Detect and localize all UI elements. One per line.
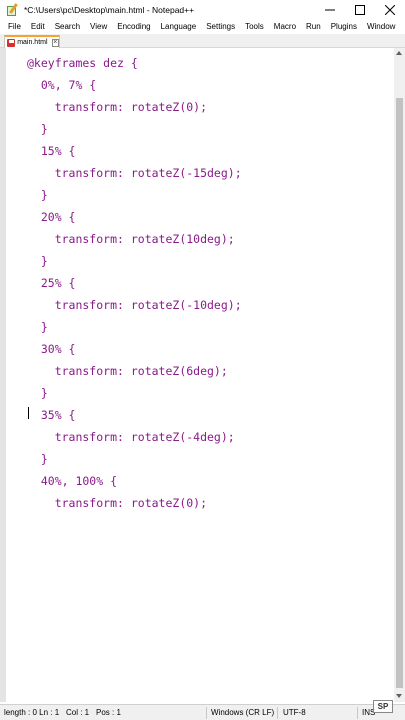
code-line: } (27, 254, 48, 268)
status-divider (277, 707, 278, 719)
menu-view[interactable]: View (85, 20, 112, 34)
code-line: } (27, 320, 48, 334)
maximize-icon (355, 5, 365, 15)
status-divider (206, 707, 207, 719)
menu-run[interactable]: Run (301, 20, 326, 34)
tab-close-icon[interactable]: × (51, 38, 59, 47)
code-editor[interactable]: @keyframes dez { 0%, 7% { transform: rot… (0, 48, 394, 702)
menu-file[interactable]: File (3, 20, 26, 34)
status-bar: length : 0 Ln : 1 Col : 1 Pos : 1 Window… (0, 704, 405, 720)
scroll-up-icon[interactable] (396, 51, 402, 55)
menu-plugins[interactable]: Plugins (326, 20, 362, 34)
menu-edit[interactable]: Edit (26, 20, 50, 34)
unsaved-file-icon (7, 38, 16, 47)
menu-search[interactable]: Search (50, 20, 85, 34)
code-line: 20% { (27, 210, 76, 224)
code-line: transform: rotateZ(-4deg); (27, 430, 235, 444)
menu-window[interactable]: Window (362, 20, 400, 34)
scroll-down-icon[interactable] (396, 694, 402, 698)
title-bar: *C:\Users\pc\Desktop\main.html - Notepad… (0, 0, 405, 20)
code-line: @keyframes dez { (27, 56, 138, 70)
margin-gutter (0, 48, 6, 702)
code-line: transform: rotateZ(0); (27, 100, 208, 114)
close-icon (385, 5, 395, 15)
code-line: 40%, 100% { (27, 474, 118, 488)
code-line: transform: rotateZ(10deg); (27, 232, 235, 246)
notepadpp-app-icon (6, 3, 18, 16)
status-eol: Windows (CR LF) (211, 708, 275, 717)
menu-bar: File Edit Search View Encoding Language … (0, 20, 405, 34)
code-text: @keyframes dez { 0%, 7% { transform: rot… (27, 52, 242, 536)
code-line: } (27, 386, 48, 400)
vertical-scrollbar[interactable] (394, 48, 405, 702)
code-line: 0%, 7% { (27, 78, 97, 92)
status-encoding: UTF-8 (283, 708, 306, 717)
code-line: 30% { (27, 342, 76, 356)
code-line: transform: rotateZ(-10deg); (27, 298, 242, 312)
code-line: } (27, 188, 48, 202)
code-line: 25% { (27, 276, 76, 290)
tab-main-html[interactable]: main.html × (4, 35, 60, 48)
code-line: } (27, 452, 48, 466)
tab-bar: main.html × (0, 34, 405, 48)
minimize-icon (325, 9, 335, 11)
close-button[interactable] (375, 0, 405, 20)
code-line: } (27, 122, 48, 136)
status-length-line: length : 0 Ln : 1 (4, 708, 60, 717)
minimize-button[interactable] (315, 0, 345, 20)
tab-label: main.html (17, 39, 48, 46)
menu-language[interactable]: Language (156, 20, 202, 34)
window-title: *C:\Users\pc\Desktop\main.html - Notepad… (24, 5, 195, 15)
code-line: 35% { (27, 408, 76, 422)
status-position: Pos : 1 (96, 708, 121, 717)
status-column: Col : 1 (66, 708, 90, 717)
menu-settings[interactable]: Settings (201, 20, 240, 34)
menu-macro[interactable]: Macro (269, 20, 301, 34)
scrollbar-thumb[interactable] (396, 98, 403, 688)
menu-encoding[interactable]: Encoding (112, 20, 155, 34)
watermark-logo: SP (373, 700, 393, 713)
code-line: transform: rotateZ(-15deg); (27, 166, 242, 180)
window-controls (315, 0, 405, 20)
menu-tools[interactable]: Tools (240, 20, 269, 34)
status-divider (357, 707, 358, 719)
maximize-button[interactable] (345, 0, 375, 20)
code-line: transform: rotateZ(6deg); (27, 364, 228, 378)
text-caret (28, 407, 29, 419)
code-line: transform: rotateZ(0); (27, 496, 208, 510)
code-line: 15% { (27, 144, 76, 158)
